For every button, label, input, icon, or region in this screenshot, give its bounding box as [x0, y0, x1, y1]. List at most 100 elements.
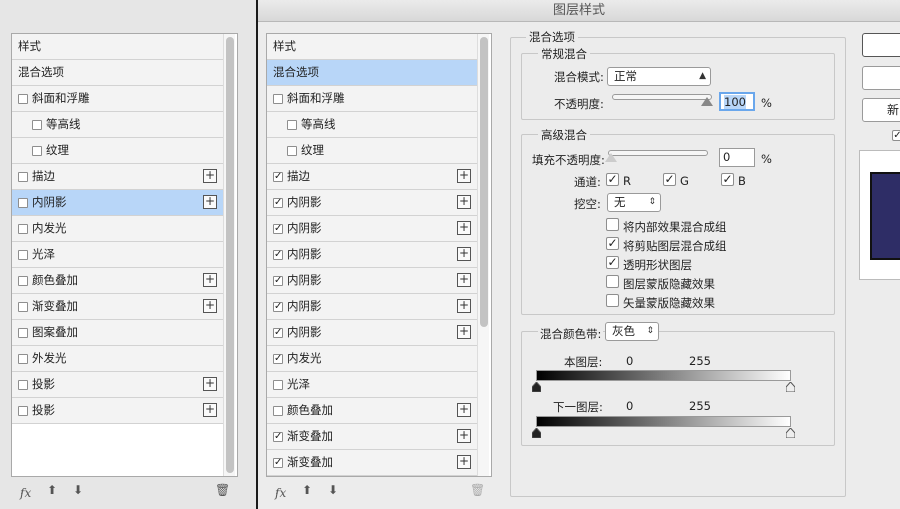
- style-item-checkbox[interactable]: [273, 406, 283, 416]
- fx-icon[interactable]: fx.: [275, 483, 286, 500]
- style-item[interactable]: ✓ 内阴影 +: [267, 268, 477, 294]
- this-layer-black-stop-icon[interactable]: [532, 382, 541, 392]
- style-item[interactable]: 颜色叠加 +: [12, 268, 223, 294]
- style-item-checkbox[interactable]: ✓: [273, 328, 283, 338]
- style-item[interactable]: 图案叠加: [12, 320, 223, 346]
- style-item[interactable]: ✓ 内发光: [267, 346, 477, 372]
- style-item-checkbox[interactable]: [18, 354, 28, 364]
- style-item[interactable]: 等高线: [12, 112, 223, 138]
- channel-g-checkbox[interactable]: ✓: [663, 173, 676, 186]
- add-effect-icon[interactable]: +: [457, 221, 471, 235]
- add-effect-icon[interactable]: +: [203, 273, 217, 287]
- style-item[interactable]: 样式: [12, 34, 223, 60]
- blend-mode-select[interactable]: 正常 ▲: [607, 67, 711, 86]
- style-item[interactable]: ✓ 渐变叠加 +: [267, 450, 477, 476]
- scrollbar-thumb[interactable]: [226, 37, 234, 473]
- style-item[interactable]: 光泽: [267, 372, 477, 398]
- advanced-option-checkbox[interactable]: ✓: [606, 256, 619, 269]
- opacity-slider[interactable]: [612, 94, 712, 100]
- style-item-checkbox[interactable]: ✓: [273, 198, 283, 208]
- style-item-checkbox[interactable]: ✓: [273, 354, 283, 364]
- add-effect-icon[interactable]: +: [203, 195, 217, 209]
- ok-button[interactable]: [862, 33, 900, 57]
- style-item[interactable]: ✓ 内阴影 +: [267, 294, 477, 320]
- fill-opacity-slider-handle[interactable]: [605, 153, 617, 162]
- style-item[interactable]: ✓ 内阴影 +: [267, 190, 477, 216]
- blend-if-select[interactable]: 灰色 ⇕: [605, 322, 659, 341]
- style-item-checkbox[interactable]: ✓: [273, 224, 283, 234]
- add-effect-icon[interactable]: +: [203, 377, 217, 391]
- add-effect-icon[interactable]: +: [457, 429, 471, 443]
- preview-checkbox[interactable]: ✓: [892, 130, 900, 141]
- style-item[interactable]: 斜面和浮雕: [12, 86, 223, 112]
- move-up-icon[interactable]: ⬆: [302, 483, 312, 497]
- move-down-icon[interactable]: ⬇: [73, 483, 83, 497]
- style-item[interactable]: 混合选项: [267, 60, 477, 86]
- style-item[interactable]: 投影 +: [12, 372, 223, 398]
- style-item-checkbox[interactable]: [18, 198, 28, 208]
- style-item[interactable]: 等高线: [267, 112, 477, 138]
- underlying-layer-white-stop-icon[interactable]: [786, 428, 795, 438]
- add-effect-icon[interactable]: +: [457, 273, 471, 287]
- move-up-icon[interactable]: ⬆: [47, 483, 57, 497]
- style-item-checkbox[interactable]: [273, 94, 283, 104]
- style-item[interactable]: 外发光: [12, 346, 223, 372]
- add-effect-icon[interactable]: +: [457, 247, 471, 261]
- style-item[interactable]: 投影 +: [12, 398, 223, 424]
- underlying-layer-black-stop-icon[interactable]: [532, 428, 541, 438]
- advanced-option-checkbox[interactable]: [606, 294, 619, 307]
- style-item-checkbox[interactable]: ✓: [273, 172, 283, 182]
- style-item[interactable]: 样式: [267, 34, 477, 60]
- move-down-icon[interactable]: ⬇: [328, 483, 338, 497]
- channel-b-checkbox[interactable]: ✓: [721, 173, 734, 186]
- cancel-button[interactable]: [862, 66, 900, 90]
- advanced-option-checkbox[interactable]: [606, 218, 619, 231]
- add-effect-icon[interactable]: +: [457, 455, 471, 469]
- add-effect-icon[interactable]: +: [203, 403, 217, 417]
- add-effect-icon[interactable]: +: [203, 299, 217, 313]
- style-item-checkbox[interactable]: [18, 406, 28, 416]
- style-item-checkbox[interactable]: [287, 120, 297, 130]
- style-item-checkbox[interactable]: [18, 94, 28, 104]
- style-item-checkbox[interactable]: [18, 302, 28, 312]
- add-effect-icon[interactable]: +: [457, 325, 471, 339]
- this-layer-white-stop-icon[interactable]: [786, 382, 795, 392]
- style-item[interactable]: 光泽: [12, 242, 223, 268]
- style-item-checkbox[interactable]: ✓: [273, 432, 283, 442]
- style-item-checkbox[interactable]: ✓: [273, 458, 283, 468]
- style-item[interactable]: 内阴影 +: [12, 190, 223, 216]
- style-item[interactable]: 纹理: [12, 138, 223, 164]
- advanced-option-checkbox[interactable]: ✓: [606, 237, 619, 250]
- new-style-button[interactable]: 新: [862, 98, 900, 122]
- style-item[interactable]: 混合选项: [12, 60, 223, 86]
- style-item-checkbox[interactable]: ✓: [273, 276, 283, 286]
- style-item[interactable]: 纹理: [267, 138, 477, 164]
- style-item-checkbox[interactable]: [32, 120, 42, 130]
- scrollbar[interactable]: [223, 34, 235, 476]
- style-item-checkbox[interactable]: ✓: [273, 250, 283, 260]
- style-item[interactable]: ✓ 内阴影 +: [267, 320, 477, 346]
- style-item-checkbox[interactable]: [273, 380, 283, 390]
- style-item[interactable]: 斜面和浮雕: [267, 86, 477, 112]
- style-item[interactable]: ✓ 渐变叠加 +: [267, 424, 477, 450]
- style-item[interactable]: 描边 +: [12, 164, 223, 190]
- style-item-checkbox[interactable]: [18, 224, 28, 234]
- style-item[interactable]: ✓ 描边 +: [267, 164, 477, 190]
- style-item-checkbox[interactable]: [18, 276, 28, 286]
- channel-r-checkbox[interactable]: ✓: [606, 173, 619, 186]
- add-effect-icon[interactable]: +: [457, 299, 471, 313]
- style-item[interactable]: 渐变叠加 +: [12, 294, 223, 320]
- style-item-checkbox[interactable]: [18, 172, 28, 182]
- style-item-checkbox[interactable]: [18, 328, 28, 338]
- trash-icon[interactable]: 🗑: [215, 483, 230, 497]
- add-effect-icon[interactable]: +: [203, 169, 217, 183]
- opacity-slider-handle[interactable]: [701, 97, 713, 106]
- style-item-checkbox[interactable]: [18, 380, 28, 390]
- style-item-checkbox[interactable]: ✓: [273, 302, 283, 312]
- fill-opacity-slider[interactable]: [608, 150, 708, 156]
- style-item[interactable]: ✓ 内阴影 +: [267, 216, 477, 242]
- style-item-checkbox[interactable]: [32, 146, 42, 156]
- style-item[interactable]: ✓ 内阴影 +: [267, 242, 477, 268]
- advanced-option-checkbox[interactable]: [606, 275, 619, 288]
- add-effect-icon[interactable]: +: [457, 169, 471, 183]
